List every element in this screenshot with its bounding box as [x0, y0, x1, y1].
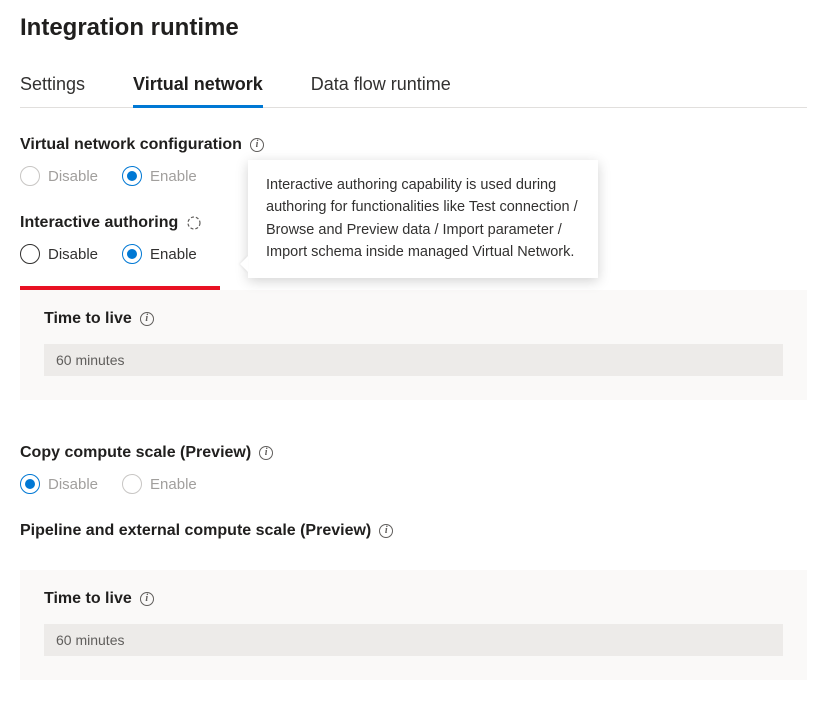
copy-compute-enable-radio[interactable]: Enable — [122, 474, 197, 494]
radio-label: Disable — [48, 476, 98, 493]
authoring-disable-radio[interactable]: Disable — [20, 244, 98, 264]
info-icon[interactable]: i — [250, 138, 264, 152]
tab-data-flow-runtime[interactable]: Data flow runtime — [311, 74, 451, 108]
copy-compute-section: Copy compute scale (Preview) i Disable E… — [20, 444, 807, 494]
tab-virtual-network[interactable]: Virtual network — [133, 74, 263, 108]
copy-compute-label: Copy compute scale (Preview) — [20, 444, 251, 462]
info-icon[interactable]: i — [379, 524, 393, 538]
radio-label: Enable — [150, 246, 197, 263]
interactive-authoring-tooltip: Interactive authoring capability is used… — [248, 160, 598, 278]
ttl-label: Time to live — [44, 310, 132, 328]
vnet-config-label: Virtual network configuration — [20, 136, 242, 154]
radio-label: Enable — [150, 476, 197, 493]
info-icon[interactable]: i — [140, 592, 154, 606]
pipeline-external-section: Pipeline and external compute scale (Pre… — [20, 522, 807, 552]
info-icon[interactable]: i — [259, 446, 273, 460]
ttl-label: Time to live — [44, 590, 132, 608]
interactive-authoring-label: Interactive authoring — [20, 214, 178, 232]
radio-label: Disable — [48, 246, 98, 263]
ttl-input[interactable] — [44, 624, 783, 656]
vnet-enable-radio[interactable]: Enable — [122, 166, 197, 186]
ttl-panel-2: Time to live i — [20, 570, 807, 680]
ttl-panel: Time to live i — [20, 290, 807, 400]
radio-label: Enable — [150, 168, 197, 185]
page-title: Integration runtime — [20, 14, 807, 42]
radio-label: Disable — [48, 168, 98, 185]
authoring-enable-radio[interactable]: Enable — [122, 244, 197, 264]
spinner-icon — [186, 215, 202, 231]
pipeline-external-label: Pipeline and external compute scale (Pre… — [20, 522, 371, 540]
vnet-disable-radio[interactable]: Disable — [20, 166, 98, 186]
tabs: Settings Virtual network Data flow runti… — [20, 74, 807, 108]
copy-compute-disable-radio[interactable]: Disable — [20, 474, 98, 494]
ttl-input[interactable] — [44, 344, 783, 376]
tab-settings[interactable]: Settings — [20, 74, 85, 108]
info-icon[interactable]: i — [140, 312, 154, 326]
